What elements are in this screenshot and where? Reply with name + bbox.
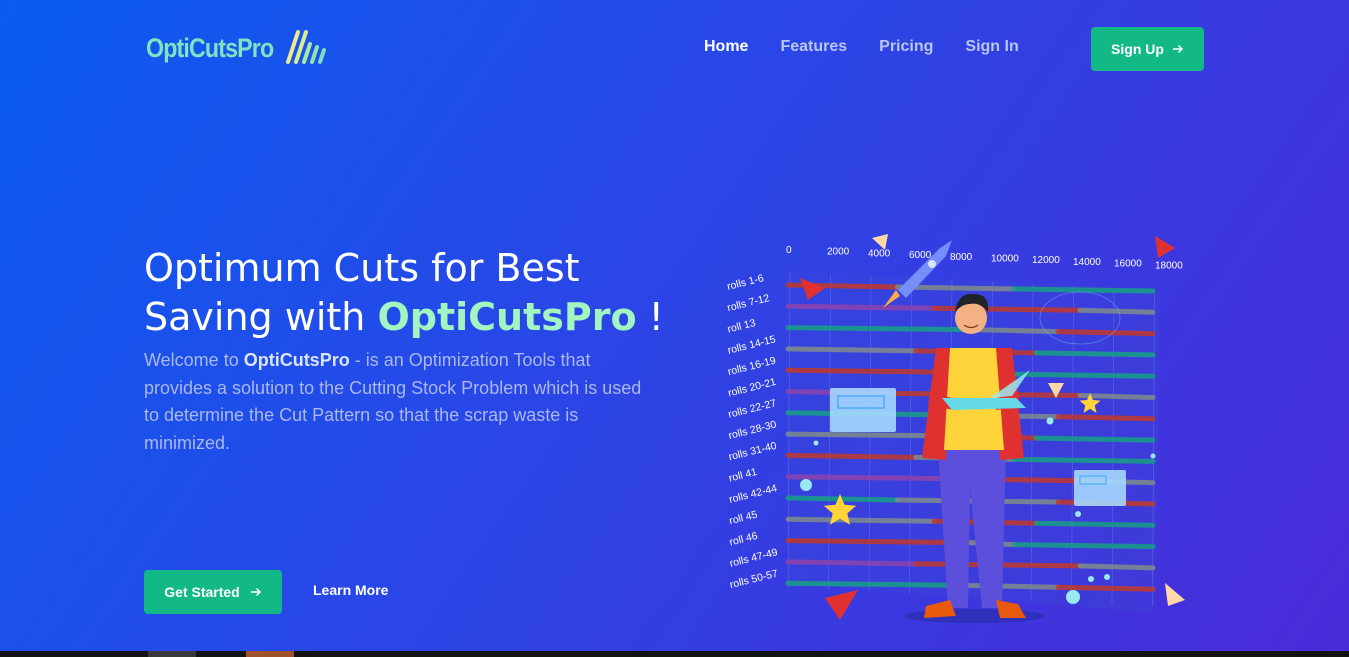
bar-segment <box>785 559 919 567</box>
hero-desc-brand: OptiCutsPro <box>243 350 350 370</box>
nav-home[interactable]: Home <box>704 38 748 56</box>
bar-segment <box>785 325 973 333</box>
arrow-right-icon <box>250 587 261 597</box>
bar-segment <box>1011 456 1156 464</box>
get-started-label: Get Started <box>164 584 240 600</box>
dot-decoration <box>800 479 812 491</box>
bar-segment <box>785 538 973 546</box>
triangle-decoration <box>1155 236 1175 258</box>
hero-title-suffix: ! <box>636 295 664 339</box>
hero-illustration: 0 2000 4000 6000 8000 10000 12000 14000 16000 180… <box>726 234 1185 623</box>
bar-segment <box>785 580 955 588</box>
dot-decoration <box>813 440 819 446</box>
bar-segment <box>785 367 955 375</box>
bar-segment <box>1033 435 1156 443</box>
bar-segment <box>1011 286 1156 294</box>
nav-features[interactable]: Features <box>780 38 847 56</box>
axis-tick-label: 16000 <box>1114 259 1142 270</box>
rocket-window <box>928 260 936 268</box>
axis-tick-label: 18000 <box>1155 260 1183 271</box>
hero-title-brand: OptiCutsPro <box>377 295 637 339</box>
row-label: rolls 28-30 <box>727 418 778 442</box>
row-label: roll 45 <box>728 509 759 528</box>
hero-title-line2: Saving with <box>144 295 378 339</box>
bar-segment <box>1011 371 1156 379</box>
axis-tick-label: 10000 <box>991 254 1019 265</box>
bar-segment <box>785 346 919 354</box>
bar-segment <box>1033 350 1156 358</box>
row-label: rolls 20-21 <box>727 376 778 400</box>
dot-decoration <box>1150 453 1156 459</box>
row-label: rolls 14-15 <box>726 333 777 357</box>
logo-stripes-icon <box>286 30 326 64</box>
bar-segment <box>1077 563 1156 571</box>
person-shoe <box>996 600 1026 618</box>
card-decoration <box>830 388 896 432</box>
tablet <box>942 398 1026 410</box>
card-decoration <box>1074 470 1126 506</box>
dot-decoration <box>1104 574 1110 580</box>
bar-segment <box>785 452 919 460</box>
row-label: rolls 16-19 <box>727 355 778 379</box>
bar-segment <box>785 474 955 482</box>
bar-segment <box>785 303 937 311</box>
triangle-decoration <box>825 590 858 620</box>
hero-description: Welcome to OptiCutsPro - is an Optimizat… <box>144 347 659 457</box>
axis-tick-label: 6000 <box>909 250 932 261</box>
row-label: rolls 47-49 <box>728 546 779 570</box>
bar-segment <box>1077 307 1156 315</box>
bar-segment <box>1011 542 1156 550</box>
bar-segment <box>1055 329 1156 337</box>
learn-more-link[interactable]: Learn More <box>313 582 388 598</box>
logo-text: OptiCutsPro <box>146 32 274 63</box>
logo[interactable]: OptiCutsPro <box>146 28 330 68</box>
axis-tick-label: 12000 <box>1032 255 1060 266</box>
row-label: rolls 22-27 <box>727 397 778 421</box>
sign-up-label: Sign Up <box>1111 41 1164 57</box>
dot-decoration <box>1088 576 1094 582</box>
hero-title: Optimum Cuts for Best Saving with OptiCu… <box>144 244 704 342</box>
row-label: rolls 31-40 <box>727 440 778 464</box>
bar-segment <box>1055 584 1156 592</box>
bar-segment <box>785 516 937 524</box>
nav-sign-in[interactable]: Sign In <box>965 38 1018 56</box>
row-label: rolls 1-6 <box>726 272 765 293</box>
row-label: roll 41 <box>728 466 759 485</box>
axis-tick-label: 4000 <box>868 248 891 259</box>
sign-up-button[interactable]: Sign Up <box>1091 27 1204 71</box>
row-label: roll 13 <box>726 317 757 336</box>
nav-pricing[interactable]: Pricing <box>879 38 933 56</box>
main-nav: Home Features Pricing Sign In <box>704 38 1019 56</box>
axis-tick-label: 0 <box>786 245 792 256</box>
bar-segment <box>1055 414 1156 422</box>
bar-segment <box>785 495 900 503</box>
hero-title-line1: Optimum Cuts for Best <box>144 246 580 290</box>
arrow-right-icon <box>1172 44 1183 54</box>
row-label: roll 46 <box>728 530 759 549</box>
hero-desc-prefix: Welcome to <box>144 350 244 370</box>
axis-tick-label: 2000 <box>827 247 850 258</box>
bar-segment <box>1033 520 1156 528</box>
row-label: rolls 50-57 <box>729 568 780 592</box>
dot-decoration <box>1046 417 1054 425</box>
axis-tick-label: 8000 <box>950 252 973 263</box>
bottom-bar <box>0 651 1349 657</box>
axis-tick-label: 14000 <box>1073 257 1101 268</box>
row-label: rolls 7-12 <box>726 292 771 314</box>
triangle-decoration <box>1165 583 1185 606</box>
dot-decoration <box>1066 590 1080 604</box>
get-started-button[interactable]: Get Started <box>144 570 282 614</box>
row-label: rolls 42-44 <box>728 482 779 506</box>
dot-decoration <box>1075 511 1081 517</box>
